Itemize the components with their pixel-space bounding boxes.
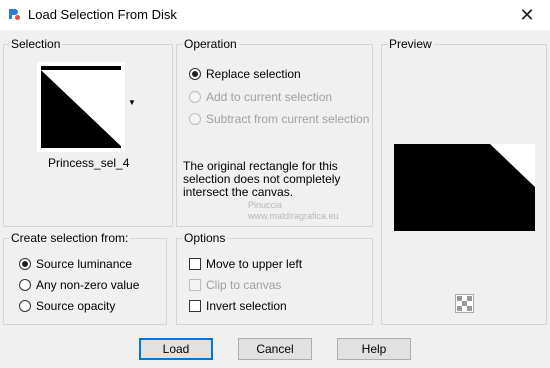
help-button[interactable]: Help — [337, 338, 411, 360]
chevron-down-icon[interactable]: ▼ — [128, 98, 136, 107]
operation-group-label: Operation — [182, 37, 239, 51]
cancel-button[interactable]: Cancel — [238, 338, 312, 360]
radio-source-luminance[interactable]: Source luminance — [19, 255, 132, 273]
radio-button[interactable] — [19, 300, 31, 312]
checker-zoom-icon[interactable] — [455, 294, 474, 313]
radio-label: Add to current selection — [206, 90, 333, 104]
radio-replace-selection[interactable]: Replace selection — [189, 65, 301, 83]
radio-source-opacity[interactable]: Source opacity — [19, 297, 115, 315]
radio-subtract-from-selection[interactable]: Subtract from current selection — [189, 110, 369, 128]
checkbox-label: Clip to canvas — [206, 278, 282, 292]
watermark-line-1: Pinuccia — [248, 200, 283, 210]
watermark: Pinuccia www.maldiragrafica.eu — [222, 200, 339, 222]
watermark-line-2: www.maldiragrafica.eu — [248, 211, 339, 221]
checkbox-label: Invert selection — [206, 299, 287, 313]
radio-button[interactable] — [19, 279, 31, 291]
selection-thumbnail[interactable] — [37, 62, 125, 152]
selection-group-label: Selection — [9, 37, 63, 51]
operation-warning-text: The original rectangle for this selectio… — [183, 159, 341, 199]
checkbox[interactable] — [189, 300, 201, 312]
radio-label: Source luminance — [36, 257, 133, 271]
paint-shop-pro-icon — [7, 7, 21, 21]
radio-button[interactable] — [189, 113, 201, 125]
title-bar: Load Selection From Disk ✕ — [0, 0, 550, 30]
radio-label: Subtract from current selection — [206, 112, 370, 126]
radio-button[interactable] — [19, 258, 31, 270]
preview-group-label: Preview — [387, 37, 434, 51]
checkbox[interactable] — [189, 279, 201, 291]
radio-any-non-zero-value[interactable]: Any non-zero value — [19, 276, 139, 294]
window-title: Load Selection From Disk — [28, 7, 177, 22]
checkbox-invert-selection[interactable]: Invert selection — [189, 297, 287, 315]
radio-label: Any non-zero value — [36, 278, 140, 292]
radio-label: Source opacity — [36, 299, 116, 313]
checkbox-clip-to-canvas[interactable]: Clip to canvas — [189, 276, 281, 294]
create-from-group-label: Create selection from: — [9, 231, 131, 245]
radio-label: Replace selection — [206, 67, 301, 81]
radio-add-to-selection[interactable]: Add to current selection — [189, 88, 332, 106]
checkbox[interactable] — [189, 258, 201, 270]
selection-file-name: Princess_sel_4 — [48, 156, 130, 170]
preview-image — [394, 144, 535, 231]
radio-button[interactable] — [189, 91, 201, 103]
checkbox-label: Move to upper left — [206, 257, 303, 271]
load-button[interactable]: Load — [139, 338, 213, 360]
selection-thumbnail-image — [37, 62, 125, 152]
close-icon: ✕ — [519, 4, 535, 25]
options-group-label: Options — [182, 231, 228, 245]
checkbox-move-to-upper-left[interactable]: Move to upper left — [189, 255, 302, 273]
radio-button[interactable] — [189, 68, 201, 80]
checker-pattern — [457, 296, 472, 311]
close-button[interactable]: ✕ — [504, 0, 550, 30]
